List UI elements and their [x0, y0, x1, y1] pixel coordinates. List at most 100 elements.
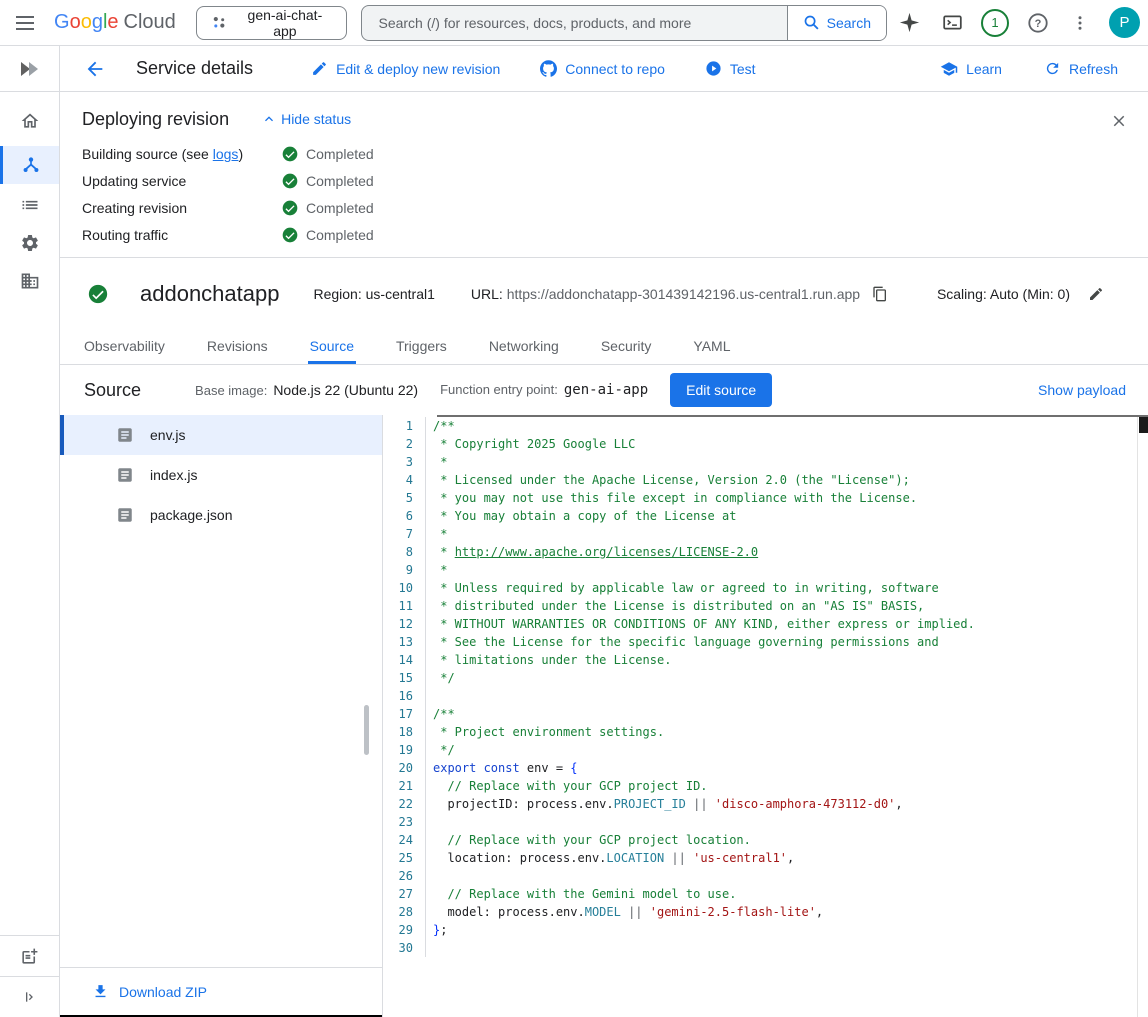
left-rail — [0, 46, 60, 1017]
rail-organization[interactable] — [0, 262, 59, 300]
tab-yaml[interactable]: YAML — [691, 330, 732, 364]
cloud-shell-button[interactable] — [936, 6, 969, 39]
expand-panel-icon — [22, 989, 38, 1005]
search-bar: Search — [361, 5, 887, 41]
edit-source-button[interactable]: Edit source — [670, 373, 772, 407]
line-content — [425, 939, 1148, 957]
line-number: 13 — [383, 633, 425, 651]
base-image-field: Base image: Node.js 22 (Ubuntu 22) — [195, 382, 418, 398]
tab-security[interactable]: Security — [599, 330, 654, 364]
back-button[interactable] — [78, 52, 112, 86]
logs-link[interactable]: logs — [213, 146, 239, 162]
tab-revisions[interactable]: Revisions — [205, 330, 270, 364]
hide-status-button[interactable]: Hide status — [259, 107, 353, 131]
code-line: 20export const env = { — [383, 759, 1148, 777]
help-button[interactable]: ? — [1021, 6, 1055, 40]
search-input[interactable] — [362, 6, 786, 40]
deploy-status-row: Building source (see logs)Completed — [82, 146, 1126, 162]
rail-admin[interactable] — [0, 224, 59, 262]
code-line: 27 // Replace with the Gemini model to u… — [383, 885, 1148, 903]
file-item-index.js[interactable]: index.js — [60, 455, 382, 495]
source-title: Source — [84, 380, 141, 401]
google-cloud-logo[interactable]: Google Cloud — [54, 11, 176, 34]
url-value: https://addonchatapp-301439142196.us-cen… — [507, 286, 860, 302]
code-line: 12 * WITHOUT WARRANTIES OR CONDITIONS OF… — [383, 615, 1148, 633]
app-root: Google Cloud gen-ai-chat-app Search 1 — [0, 0, 1148, 1017]
code-line: 11 * distributed under the License is di… — [383, 597, 1148, 615]
more-options-button[interactable] — [1065, 8, 1095, 38]
file-panel-scrollbar-thumb[interactable] — [364, 705, 369, 755]
home-icon — [20, 111, 40, 131]
show-payload-button[interactable]: Show payload — [1032, 381, 1132, 399]
line-content: * — [425, 561, 1148, 579]
rail-expand-panel[interactable] — [0, 976, 59, 1017]
code-editor-scrollbar-thumb[interactable] — [1139, 417, 1148, 433]
tab-triggers[interactable]: Triggers — [394, 330, 449, 364]
project-selector[interactable]: gen-ai-chat-app — [196, 6, 348, 40]
tab-networking[interactable]: Networking — [487, 330, 561, 364]
line-content: * — [425, 525, 1148, 543]
file-list: env.jsindex.js package.json — [60, 415, 382, 535]
copy-url-button[interactable] — [866, 280, 894, 308]
edit-scaling-button[interactable] — [1082, 280, 1110, 308]
topbar: Google Cloud gen-ai-chat-app Search 1 — [0, 0, 1148, 46]
test-button[interactable]: Test — [703, 56, 758, 81]
code-line: 28 model: process.env.MODEL || 'gemini-2… — [383, 903, 1148, 921]
code-line: 3 * — [383, 453, 1148, 471]
line-number: 14 — [383, 651, 425, 669]
code-line: 19 */ — [383, 741, 1148, 759]
search-button[interactable]: Search — [787, 6, 886, 40]
main-menu-button[interactable] — [10, 10, 40, 36]
edit-deploy-button[interactable]: Edit & deploy new revision — [309, 56, 502, 81]
line-content: /** — [425, 705, 1148, 723]
file-name: package.json — [150, 507, 233, 523]
line-content: * — [425, 453, 1148, 471]
rail-services[interactable] — [0, 146, 59, 184]
notifications-button[interactable]: 1 — [979, 7, 1011, 39]
code-line: 22 projectID: process.env.PROJECT_ID || … — [383, 795, 1148, 813]
status-value: Completed — [306, 173, 374, 189]
help-icon: ? — [1027, 12, 1049, 34]
tab-observability[interactable]: Observability — [82, 330, 167, 364]
line-content: * Unless required by applicable law or a… — [425, 579, 1148, 597]
file-item-package.json[interactable]: package.json — [60, 495, 382, 535]
code-line: 4 * Licensed under the Apache License, V… — [383, 471, 1148, 489]
tab-source[interactable]: Source — [308, 330, 356, 364]
line-number: 29 — [383, 921, 425, 939]
download-zip-label: Download ZIP — [119, 984, 207, 1000]
learn-button[interactable]: Learn — [938, 56, 1004, 82]
gemini-button[interactable] — [893, 6, 926, 39]
download-zip-button[interactable]: Download ZIP — [60, 967, 382, 1017]
code-line: 5 * you may not use this file except in … — [383, 489, 1148, 507]
file-icon — [116, 466, 134, 484]
code-editor-scrollbar[interactable] — [1137, 417, 1148, 1017]
account-avatar[interactable]: P — [1109, 7, 1140, 38]
line-content: * You may obtain a copy of the License a… — [425, 507, 1148, 525]
connect-repo-button[interactable]: Connect to repo — [538, 56, 667, 81]
close-status-button[interactable] — [1104, 106, 1134, 136]
url-label: URL: — [471, 286, 503, 302]
line-content — [425, 687, 1148, 705]
kebab-menu-icon — [1071, 14, 1089, 32]
status-rows: Building source (see logs)CompletedUpdat… — [82, 146, 1126, 243]
file-item-env.js[interactable]: env.js — [60, 415, 382, 455]
entry-point-label: Function entry point: — [440, 382, 558, 397]
source-bar: Source Base image: Node.js 22 (Ubuntu 22… — [60, 365, 1148, 415]
service-name: addonchatapp — [140, 281, 279, 307]
line-number: 3 — [383, 453, 425, 471]
chevron-up-icon — [261, 111, 277, 127]
rail-list[interactable] — [0, 186, 59, 224]
page-title: Service details — [136, 58, 253, 79]
file-panel: env.jsindex.js package.json Download ZIP — [60, 415, 383, 1017]
code-editor[interactable]: 1/**2 * Copyright 2025 Google LLC3 *4 * … — [383, 415, 1148, 1017]
refresh-button[interactable]: Refresh — [1042, 56, 1120, 81]
deploy-status-row: Routing trafficCompleted — [82, 227, 1126, 243]
back-arrow-icon — [84, 58, 106, 80]
line-content: * Project environment settings. — [425, 723, 1148, 741]
copy-icon — [872, 286, 888, 302]
rail-home[interactable] — [0, 102, 59, 140]
rail-release-notes[interactable] — [0, 935, 59, 976]
edit-pencil-icon — [311, 60, 328, 77]
services-icon — [21, 155, 41, 175]
search-button-label: Search — [827, 15, 871, 31]
